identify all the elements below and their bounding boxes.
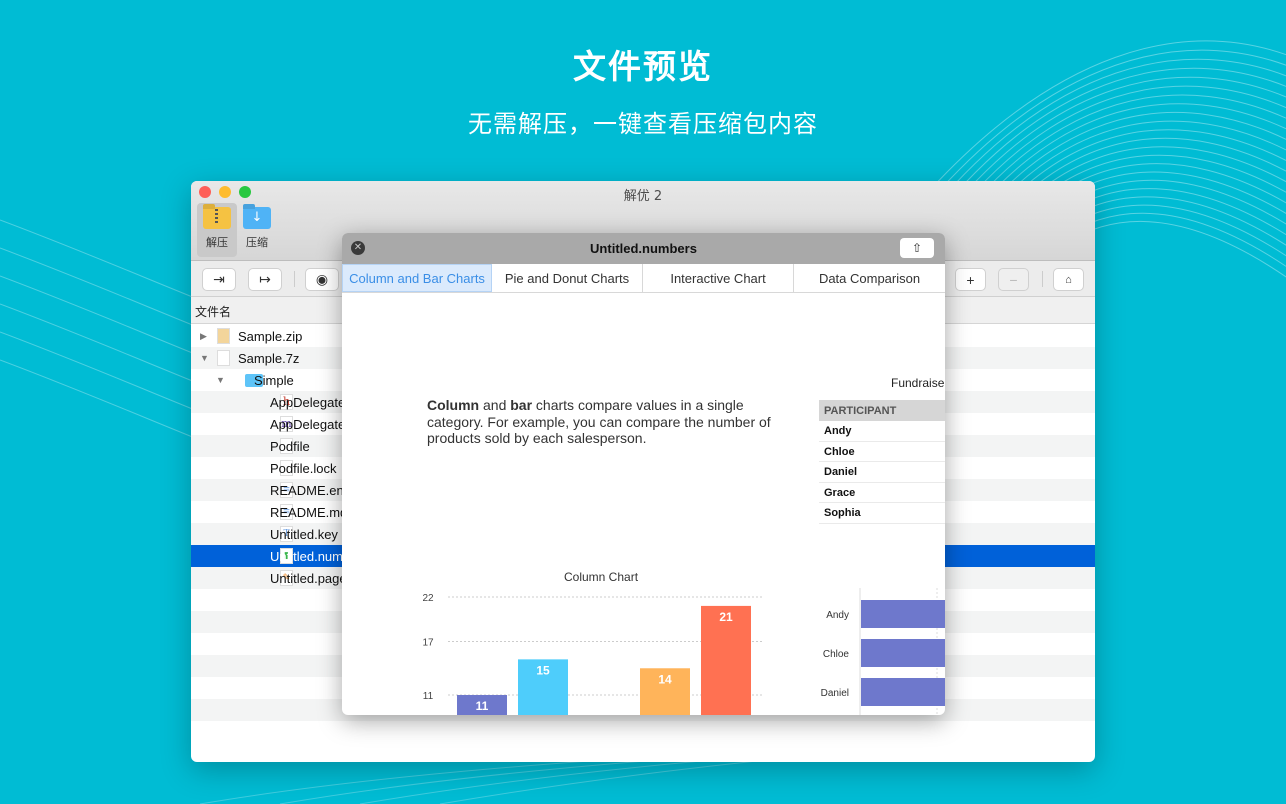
- file-name: Podfile.lock: [270, 460, 337, 476]
- desc-bold-column: Column: [427, 397, 480, 413]
- disclosure-expanded-icon[interactable]: ▼: [200, 353, 209, 363]
- tool-extract-label: 解压: [206, 236, 228, 249]
- plus-icon: +: [966, 271, 975, 288]
- zip-icon: [217, 328, 230, 344]
- desc-text: and: [479, 397, 511, 413]
- fundraiser-title: Fundraise: [891, 376, 945, 390]
- horizontal-bar: [861, 600, 945, 628]
- horizontal-bar: [861, 678, 945, 706]
- extract-icon: ⇥: [213, 271, 225, 287]
- tab-pie-donut-charts[interactable]: Pie and Donut Charts: [492, 264, 644, 292]
- toolbar-separator: [1042, 271, 1043, 287]
- bar-category-label: Daniel: [821, 688, 849, 699]
- compress-folder-icon: ↓: [243, 207, 271, 229]
- file-name: README.md: [270, 504, 348, 520]
- file-name: Sample.7z: [238, 350, 300, 366]
- column-data-label: 11: [476, 699, 489, 713]
- participant-table: PARTICIPANT Andy Chloe Daniel Grace Soph…: [819, 400, 945, 524]
- bar-category-label: Chloe: [823, 649, 850, 660]
- broom-icon: ⌂: [1065, 273, 1072, 286]
- file-name: Podfile: [270, 438, 310, 454]
- zip-folder-icon: [203, 207, 231, 229]
- quicklook-titlebar: ✕ Untitled.numbers ⇧: [342, 233, 945, 264]
- quicklook-panel: ✕ Untitled.numbers ⇧ Column and Bar Char…: [342, 233, 945, 715]
- bar-category-label: Andy: [826, 610, 849, 621]
- bar-chart: Andy Chloe Daniel: [821, 588, 945, 715]
- y-tick-label: 17: [422, 638, 434, 649]
- file-name: Simple: [254, 372, 294, 388]
- y-tick-label: 22: [422, 593, 434, 604]
- participant-row: Sophia: [819, 503, 945, 524]
- sheet-tabs: Column and Bar Charts Pie and Donut Char…: [342, 264, 945, 293]
- 7z-icon: [217, 350, 230, 366]
- share-icon: ⇧: [911, 241, 923, 255]
- y-tick-label: 11: [423, 691, 434, 702]
- column-data-label: 14: [658, 672, 672, 686]
- toolbar-separator: [294, 271, 295, 287]
- hero-subtitle: 无需解压，一键查看压缩包内容: [468, 110, 818, 138]
- horizontal-bar: [861, 639, 945, 667]
- minus-icon: −: [1009, 271, 1018, 288]
- desc-bold-bar: bar: [510, 397, 533, 413]
- column-chart-title: Column Chart: [564, 570, 639, 584]
- participant-row: Daniel: [819, 462, 945, 483]
- participant-row: Andy: [819, 421, 945, 442]
- sheet-description: Column and bar charts compare values in …: [427, 397, 777, 447]
- participant-row: Chloe: [819, 442, 945, 462]
- column-data-label: 21: [719, 610, 733, 624]
- share-button[interactable]: ⇧: [900, 238, 934, 258]
- eye-icon: ◉: [315, 271, 329, 287]
- file-name: Sample.zip: [238, 328, 303, 344]
- file-name: Untitled.pages: [270, 570, 354, 586]
- column-data-label: 15: [536, 663, 550, 677]
- tab-column-bar-charts[interactable]: Column and Bar Charts: [342, 264, 493, 292]
- export-button[interactable]: ↦: [248, 268, 282, 291]
- remove-button[interactable]: −: [998, 268, 1029, 291]
- empty-row: [191, 721, 1095, 743]
- extract-button[interactable]: ⇥: [202, 268, 236, 291]
- clean-button[interactable]: ⌂: [1053, 268, 1084, 291]
- participant-row: Grace: [819, 483, 945, 503]
- window-title: 解优 2: [623, 189, 663, 204]
- add-button[interactable]: +: [955, 268, 986, 291]
- disclosure-expanded-icon[interactable]: ▼: [216, 375, 225, 385]
- tool-compress-label: 压缩: [246, 236, 268, 249]
- wave-line: [0, 219, 201, 301]
- file-name: Untitled.key: [270, 526, 338, 542]
- tool-compress[interactable]: ↓ 压缩: [237, 203, 277, 257]
- tab-data-comparison[interactable]: Data Comparison: [794, 264, 945, 292]
- tool-extract[interactable]: 解压: [197, 203, 237, 257]
- column-chart: 11 17 22 11 15 14 21: [422, 593, 762, 715]
- participant-header: PARTICIPANT: [819, 400, 945, 421]
- disclosure-collapsed-icon[interactable]: ▶: [200, 331, 207, 342]
- sheet-content: Column and bar charts compare values in …: [342, 293, 945, 715]
- preview-button[interactable]: ◉: [305, 268, 339, 291]
- hero-title: 文件预览: [573, 47, 713, 86]
- tab-interactive-chart[interactable]: Interactive Chart: [643, 264, 795, 292]
- quicklook-title: Untitled.numbers: [590, 241, 697, 256]
- export-icon: ↦: [259, 271, 271, 287]
